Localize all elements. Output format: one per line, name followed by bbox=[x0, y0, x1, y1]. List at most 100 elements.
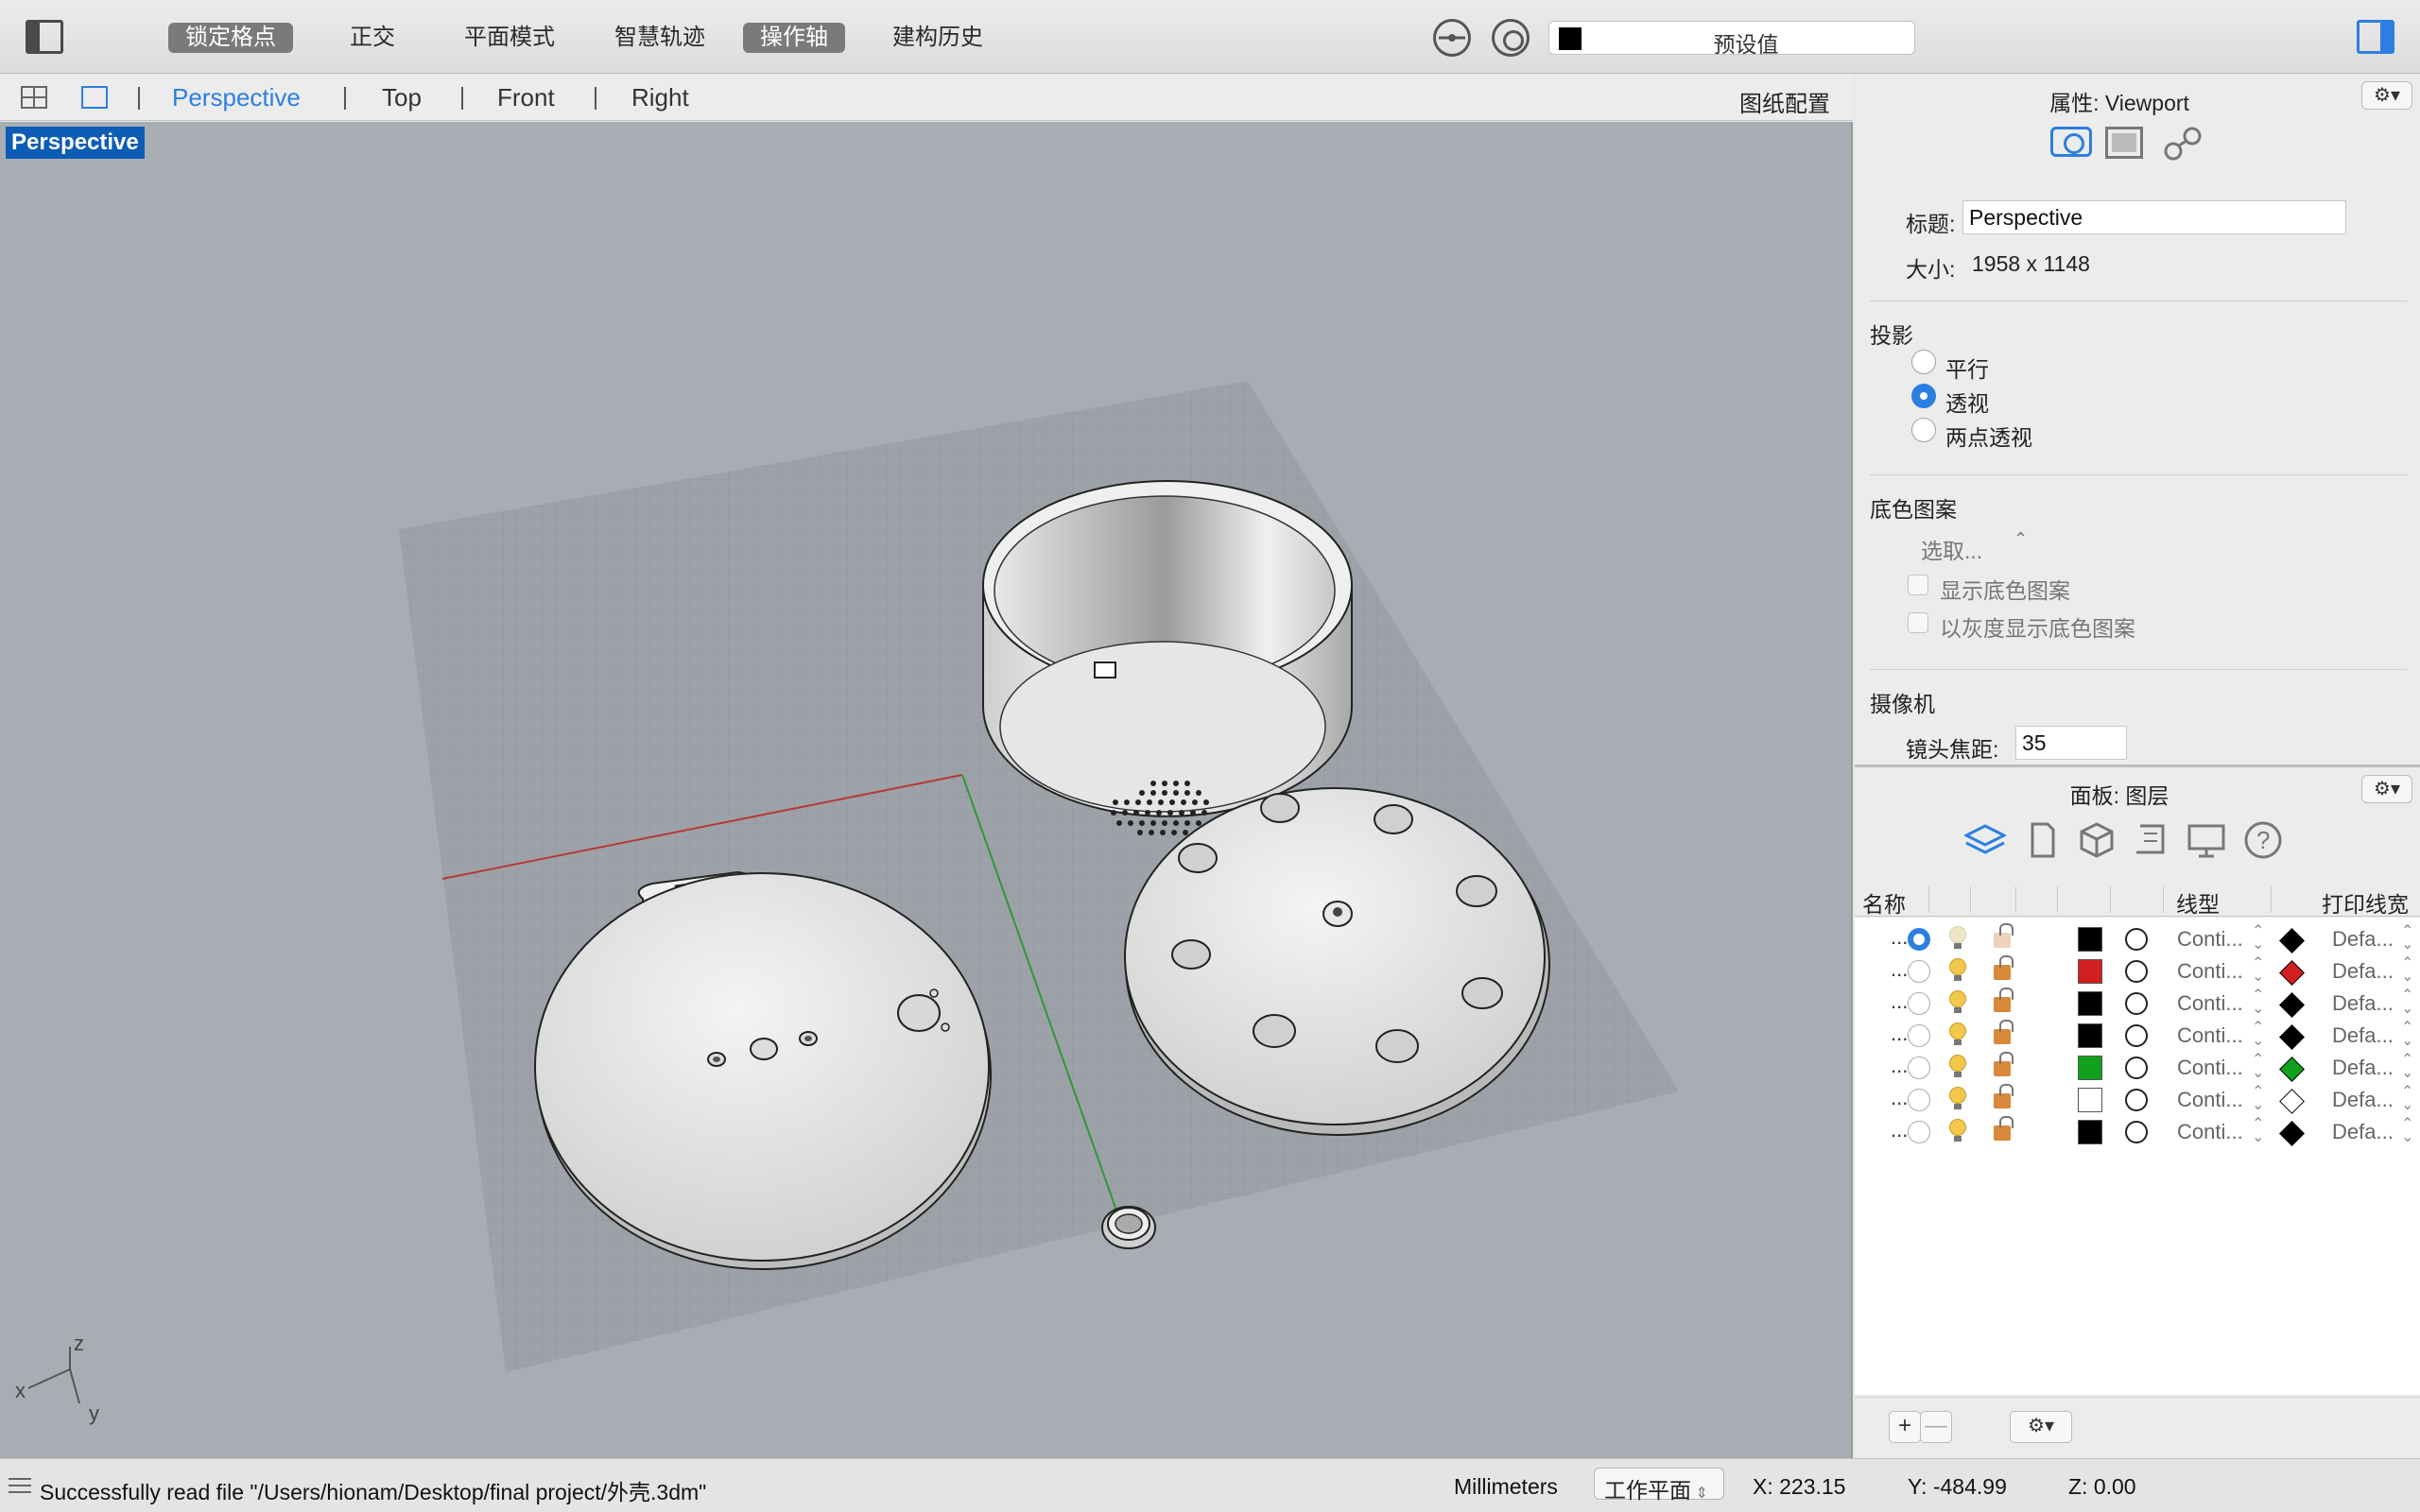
visibility-bulb-icon[interactable] bbox=[1949, 1055, 1966, 1077]
print-color-swatch[interactable] bbox=[2279, 1121, 2305, 1146]
print-width-stepper-icon[interactable]: ⌃ ⌄ bbox=[2401, 1085, 2413, 1113]
tab-front[interactable]: Front bbox=[497, 83, 555, 112]
linetype-stepper-icon[interactable]: ⌃ ⌄ bbox=[2252, 924, 2264, 953]
tab-perspective[interactable]: Perspective bbox=[172, 83, 301, 112]
history-toggle-button[interactable]: 建构历史 bbox=[875, 23, 1000, 53]
linetype-stepper-icon[interactable]: ⌃ ⌄ bbox=[2252, 1085, 2264, 1113]
layer-linetype[interactable]: Conti... bbox=[2177, 959, 2243, 984]
display-mode-tab-icon[interactable] bbox=[2186, 820, 2227, 860]
layer-linetype[interactable]: Conti... bbox=[2177, 1023, 2243, 1048]
lock-icon[interactable] bbox=[1994, 988, 2014, 1012]
layer-row[interactable]: ... Conti... ⌃ ⌄ Defa... ⌃ ⌄ bbox=[1855, 1020, 2420, 1052]
layer-linetype[interactable]: Conti... bbox=[2177, 1120, 2243, 1144]
layer-color-swatch[interactable] bbox=[2078, 1088, 2102, 1112]
layer-print-width[interactable]: Defa... bbox=[2332, 1120, 2394, 1144]
layer-print-width[interactable]: Defa... bbox=[2332, 1023, 2394, 1048]
layer-name[interactable]: ... bbox=[1891, 989, 1908, 1014]
layer-print-width[interactable]: Defa... bbox=[2332, 1056, 2394, 1080]
add-layer-button[interactable]: + bbox=[1889, 1411, 1921, 1443]
linetype-stepper-icon[interactable]: ⌃ ⌄ bbox=[2252, 1053, 2264, 1081]
four-view-layout-icon[interactable] bbox=[21, 86, 47, 109]
print-color-swatch[interactable] bbox=[2279, 928, 2305, 954]
help-tab-icon[interactable]: ? bbox=[2242, 820, 2284, 860]
layer-row[interactable]: ... Conti... ⌃ ⌄ Defa... ⌃ ⌄ bbox=[1855, 955, 2420, 988]
visibility-bulb-icon[interactable] bbox=[1949, 958, 1966, 981]
grayscale-wallpaper-checkbox[interactable] bbox=[1908, 612, 1928, 633]
panel-splitter[interactable] bbox=[1855, 765, 2420, 767]
viewport-camera-tab-icon[interactable] bbox=[2050, 127, 2092, 157]
layer-print-width[interactable]: Defa... bbox=[2332, 991, 2394, 1016]
display-tab-icon[interactable] bbox=[2105, 127, 2143, 159]
layer-linetype[interactable]: Conti... bbox=[2177, 1056, 2243, 1080]
material-icon[interactable] bbox=[2125, 960, 2148, 983]
print-width-stepper-icon[interactable]: ⌃ ⌄ bbox=[2401, 1117, 2413, 1145]
linetype-stepper-icon[interactable]: ⌃ ⌄ bbox=[2252, 1117, 2264, 1145]
visibility-bulb-icon[interactable] bbox=[1949, 1087, 1966, 1109]
left-sidebar-toggle-icon[interactable] bbox=[26, 20, 63, 54]
layer-print-width[interactable]: Defa... bbox=[2332, 1088, 2394, 1112]
smarttrack-toggle-button[interactable]: 智慧轨迹 bbox=[597, 23, 722, 53]
column-name[interactable]: 名称 bbox=[1862, 886, 1906, 919]
layer-row[interactable]: ... Conti... ⌃ ⌄ Defa... ⌃ ⌄ bbox=[1855, 988, 2420, 1020]
current-layer-radio[interactable] bbox=[1908, 1057, 1930, 1079]
projection-perspective-radio[interactable] bbox=[1911, 384, 1936, 408]
material-icon[interactable] bbox=[2125, 1057, 2148, 1079]
layer-name[interactable]: ... bbox=[1891, 925, 1908, 950]
gumball-toggle-button[interactable]: 操作轴 bbox=[743, 23, 845, 53]
column-print-width[interactable]: 打印线宽 bbox=[2322, 886, 2409, 919]
lock-icon[interactable] bbox=[1994, 955, 2014, 980]
layer-row[interactable]: ... Conti... ⌃ ⌄ Defa... ⌃ ⌄ bbox=[1855, 923, 2420, 955]
lock-icon[interactable] bbox=[1994, 1084, 2014, 1108]
material-icon[interactable] bbox=[2125, 992, 2148, 1015]
print-width-stepper-icon[interactable]: ⌃ ⌄ bbox=[2401, 924, 2413, 953]
focal-length-field[interactable]: 35 bbox=[2015, 726, 2127, 760]
tab-right[interactable]: Right bbox=[631, 83, 689, 112]
viewport-title-field[interactable]: Perspective bbox=[1962, 200, 2346, 234]
layout-button[interactable]: 图纸配置 bbox=[1739, 85, 1830, 118]
visibility-bulb-icon[interactable] bbox=[1949, 990, 1966, 1013]
linetype-stepper-icon[interactable]: ⌃ ⌄ bbox=[2252, 988, 2264, 1017]
cplane-select[interactable]: 工作平面 ⇕ bbox=[1594, 1468, 1724, 1503]
layer-name[interactable]: ... bbox=[1891, 1022, 1908, 1046]
column-linetype[interactable]: 线型 bbox=[2176, 886, 2220, 919]
lock-icon[interactable] bbox=[1994, 1052, 2014, 1076]
layer-row[interactable]: ... Conti... ⌃ ⌄ Defa... ⌃ ⌄ bbox=[1855, 1116, 2420, 1148]
visibility-bulb-icon[interactable] bbox=[1949, 926, 1966, 949]
current-layer-radio[interactable] bbox=[1908, 1089, 1930, 1111]
script-tab-icon[interactable] bbox=[2131, 820, 2172, 860]
print-color-swatch[interactable] bbox=[2279, 1024, 2305, 1050]
tab-top[interactable]: Top bbox=[382, 83, 422, 112]
layer-row[interactable]: ... Conti... ⌃ ⌄ Defa... ⌃ ⌄ bbox=[1855, 1084, 2420, 1116]
print-width-stepper-icon[interactable]: ⌃ ⌄ bbox=[2401, 988, 2413, 1017]
lock-icon[interactable] bbox=[1994, 923, 2014, 948]
current-layer-radio[interactable] bbox=[1908, 1121, 1930, 1143]
linetype-stepper-icon[interactable]: ⌃ ⌄ bbox=[2252, 1021, 2264, 1049]
single-view-layout-icon[interactable] bbox=[81, 86, 108, 109]
visibility-bulb-icon[interactable] bbox=[1949, 1119, 1966, 1142]
ortho-toggle-button[interactable]: 正交 bbox=[333, 23, 412, 53]
current-layer-radio[interactable] bbox=[1908, 1024, 1930, 1047]
show-wallpaper-checkbox[interactable] bbox=[1908, 575, 1928, 595]
lock-icon[interactable] bbox=[1994, 1116, 2014, 1141]
layer-print-width[interactable]: Defa... bbox=[2332, 927, 2394, 952]
command-history-icon[interactable] bbox=[9, 1478, 31, 1493]
material-icon[interactable] bbox=[2125, 928, 2148, 951]
layer-color-swatch[interactable] bbox=[2078, 991, 2102, 1016]
layer-color-swatch[interactable] bbox=[2078, 1056, 2102, 1080]
print-color-swatch[interactable] bbox=[2279, 992, 2305, 1018]
print-width-stepper-icon[interactable]: ⌃ ⌄ bbox=[2401, 1053, 2413, 1081]
layer-linetype[interactable]: Conti... bbox=[2177, 991, 2243, 1016]
record-history-icon[interactable] bbox=[1492, 19, 1530, 57]
layer-print-width[interactable]: Defa... bbox=[2332, 959, 2394, 984]
link-tab-icon[interactable] bbox=[2162, 125, 2204, 163]
projection-parallel-radio[interactable] bbox=[1911, 350, 1936, 374]
layer-color-swatch[interactable] bbox=[2078, 959, 2102, 984]
layer-color-swatch[interactable] bbox=[2078, 1120, 2102, 1144]
document-tab-icon[interactable] bbox=[2021, 820, 2063, 860]
current-layer-selector[interactable]: 预设值 bbox=[1548, 21, 1915, 57]
print-width-stepper-icon[interactable]: ⌃ ⌄ bbox=[2401, 1021, 2413, 1049]
visibility-bulb-icon[interactable] bbox=[1949, 1022, 1966, 1045]
projection-two-point-radio[interactable] bbox=[1911, 418, 1936, 442]
material-icon[interactable] bbox=[2125, 1089, 2148, 1111]
object-tab-icon[interactable] bbox=[2076, 820, 2118, 860]
